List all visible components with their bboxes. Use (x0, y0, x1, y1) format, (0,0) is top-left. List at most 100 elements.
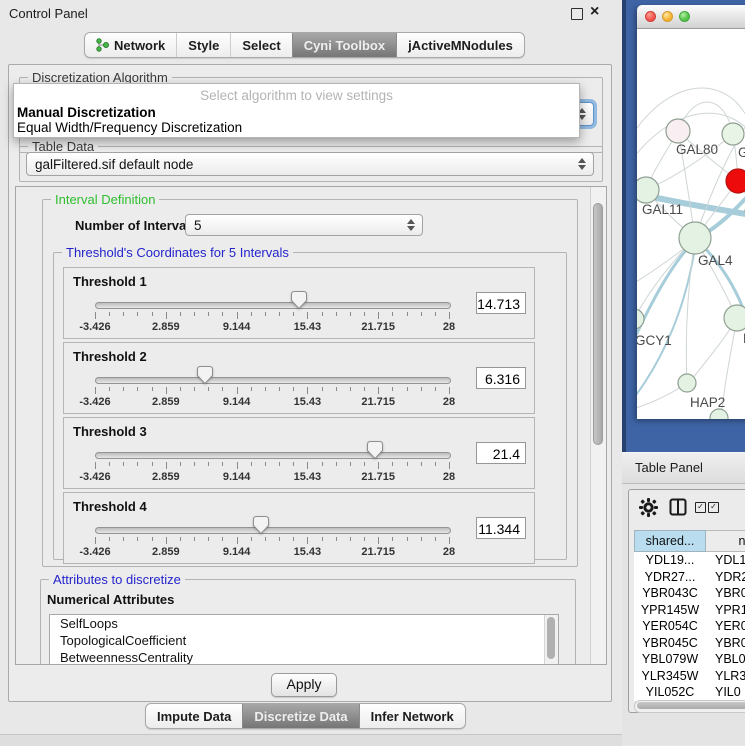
network-desktop: GAL80GCGAL11GAL4GCY1HHAP2 (622, 0, 745, 452)
network-edge[interactable] (637, 418, 719, 419)
cell-name[interactable]: YBR0 (706, 635, 745, 652)
cell-shared-name[interactable]: YDL19... (634, 552, 706, 569)
numerical-attributes-list[interactable]: SelfLoopsTopologicalCoefficientBetweenne… (49, 614, 559, 665)
dropdown-placeholder-option[interactable]: Select algorithm to view settings (14, 88, 579, 103)
slider-handle[interactable] (253, 516, 269, 534)
network-node[interactable] (710, 409, 728, 419)
threshold-value-field[interactable]: 11.344 (476, 517, 526, 539)
attribute-list-item[interactable]: BetweennessCentrality (50, 649, 558, 665)
network-node[interactable] (722, 123, 744, 145)
slider-track[interactable] (95, 527, 451, 534)
tab-label: Select (242, 38, 280, 53)
cell-name[interactable]: YLR3 (706, 668, 745, 685)
threshold-label: Threshold 3 (73, 424, 147, 439)
cell-shared-name[interactable]: YBL079W (634, 651, 706, 668)
cell-shared-name[interactable]: YIL052C (634, 684, 706, 701)
network-node[interactable] (679, 222, 711, 254)
column-header-name[interactable]: na (706, 530, 745, 552)
network-node[interactable] (724, 305, 745, 331)
slider-ticks (95, 387, 450, 395)
table-row[interactable]: YLR345WYLR3 (634, 668, 745, 685)
slider-track[interactable] (95, 302, 451, 309)
settings-vertical-scrollbar[interactable] (590, 187, 606, 664)
cell-name[interactable]: YDR2 (706, 569, 745, 586)
tab-network[interactable]: Network (85, 33, 176, 57)
node-table-widget: ✓ ✓ shared... na YDL19...YDL1YDR27...YDR… (628, 489, 745, 713)
dropdown-option-manual-discretization[interactable]: Manual Discretization (17, 105, 156, 120)
table-row[interactable]: YIL052CYIL0 (634, 684, 745, 701)
threshold-value-field[interactable]: 6.316 (476, 367, 526, 389)
network-node[interactable] (666, 119, 690, 143)
tab-select[interactable]: Select (230, 33, 291, 57)
zoom-traffic-light-icon[interactable] (679, 11, 690, 22)
list-scrollbar[interactable] (544, 615, 558, 665)
network-graph: GAL80GCGAL11GAL4GCY1HHAP2 (637, 29, 745, 419)
select-columns-checks-icon[interactable]: ✓ ✓ (695, 502, 719, 513)
table-row[interactable]: YBR045CYBR0 (634, 635, 745, 652)
number-of-intervals-label: Number of Intervals (75, 218, 197, 233)
cell-shared-name[interactable]: YPR145W (634, 602, 706, 619)
close-window-icon[interactable]: × (590, 3, 599, 21)
cell-shared-name[interactable]: YBR045C (634, 635, 706, 652)
tab-style[interactable]: Style (176, 33, 230, 57)
cell-name[interactable]: YPR1 (706, 602, 745, 619)
network-node[interactable] (637, 177, 659, 203)
cell-name[interactable]: YBL0 (706, 651, 745, 668)
tab-cyni-toolbox[interactable]: Cyni Toolbox (292, 33, 396, 57)
minimize-traffic-light-icon[interactable] (662, 11, 673, 22)
apply-button[interactable]: Apply (271, 673, 337, 697)
table-row[interactable]: YPR145WYPR1 (634, 602, 745, 619)
slider-tick-label: 28 (419, 396, 479, 408)
network-window-titlebar[interactable] (637, 5, 745, 29)
threshold-value-field[interactable]: 14.713 (476, 292, 526, 314)
cell-shared-name[interactable]: YBR043C (634, 585, 706, 602)
network-node[interactable] (726, 169, 745, 193)
tab-jactivemnodules[interactable]: jActiveMNodules (396, 33, 524, 57)
table-row[interactable]: YBR043CYBR0 (634, 585, 745, 602)
network-node[interactable] (637, 309, 644, 329)
table-row[interactable]: YBL079WYBL0 (634, 651, 745, 668)
float-window-icon[interactable] (571, 8, 583, 20)
close-traffic-light-icon[interactable] (645, 11, 656, 22)
dropdown-option-equal-width-frequency[interactable]: Equal Width/Frequency Discretization (17, 120, 242, 135)
table-row[interactable]: YDL19...YDL1 (634, 552, 745, 569)
threshold-value-field[interactable]: 21.4 (476, 442, 526, 464)
slider-tick-label: 2.859 (136, 546, 196, 558)
slider-tick-label: 15.43 (277, 471, 337, 483)
table-data-select[interactable]: galFiltered.sif default node (26, 152, 594, 176)
cell-name[interactable]: YER0 (706, 618, 745, 635)
tab-impute-data[interactable]: Impute Data (146, 704, 242, 728)
cell-shared-name[interactable]: YDR27... (634, 569, 706, 586)
tab-discretize-data[interactable]: Discretize Data (242, 704, 358, 728)
table-row[interactable]: YER054CYER0 (634, 618, 745, 635)
network-node[interactable] (678, 374, 696, 392)
slider-handle[interactable] (367, 441, 383, 459)
network-canvas[interactable]: GAL80GCGAL11GAL4GCY1HHAP2 (637, 29, 745, 419)
column-manager-icon[interactable] (669, 498, 687, 521)
slider-tick-label: 15.43 (277, 546, 337, 558)
slider-handle[interactable] (291, 291, 307, 309)
network-view-window[interactable]: GAL80GCGAL11GAL4GCY1HHAP2 (637, 5, 745, 419)
control-panel-window: Control Panel × Network Style Select Cyn… (0, 0, 622, 745)
slider-handle[interactable] (197, 366, 213, 384)
number-of-intervals-select[interactable]: 5 (185, 214, 423, 236)
table-row[interactable]: YDR27...YDR2 (634, 569, 745, 586)
slider-tick-label: 21.715 (348, 396, 408, 408)
group-title: Threshold's Coordinates for 5 Intervals (62, 245, 293, 260)
cell-name[interactable]: YBR0 (706, 585, 745, 602)
attribute-list-item[interactable]: SelfLoops (50, 615, 558, 632)
cell-name[interactable]: YDL1 (706, 552, 745, 569)
group-title: Attributes to discretize (49, 572, 185, 587)
cell-shared-name[interactable]: YER054C (634, 618, 706, 635)
threshold-panel: Threshold 4-3.4262.8599.14415.4321.71528… (63, 492, 535, 564)
attribute-list-item[interactable]: TopologicalCoefficient (50, 632, 558, 649)
cell-name[interactable]: YIL0 (706, 684, 745, 701)
table-horizontal-scrollbar[interactable] (634, 700, 745, 713)
column-header-shared-name[interactable]: shared... (634, 530, 706, 552)
cell-shared-name[interactable]: YLR345W (634, 668, 706, 685)
slider-track[interactable] (95, 452, 451, 459)
tab-infer-network[interactable]: Infer Network (359, 704, 465, 728)
slider-track[interactable] (95, 377, 451, 384)
slider-tick-label: 2.859 (136, 471, 196, 483)
settings-gear-icon[interactable] (639, 498, 658, 522)
